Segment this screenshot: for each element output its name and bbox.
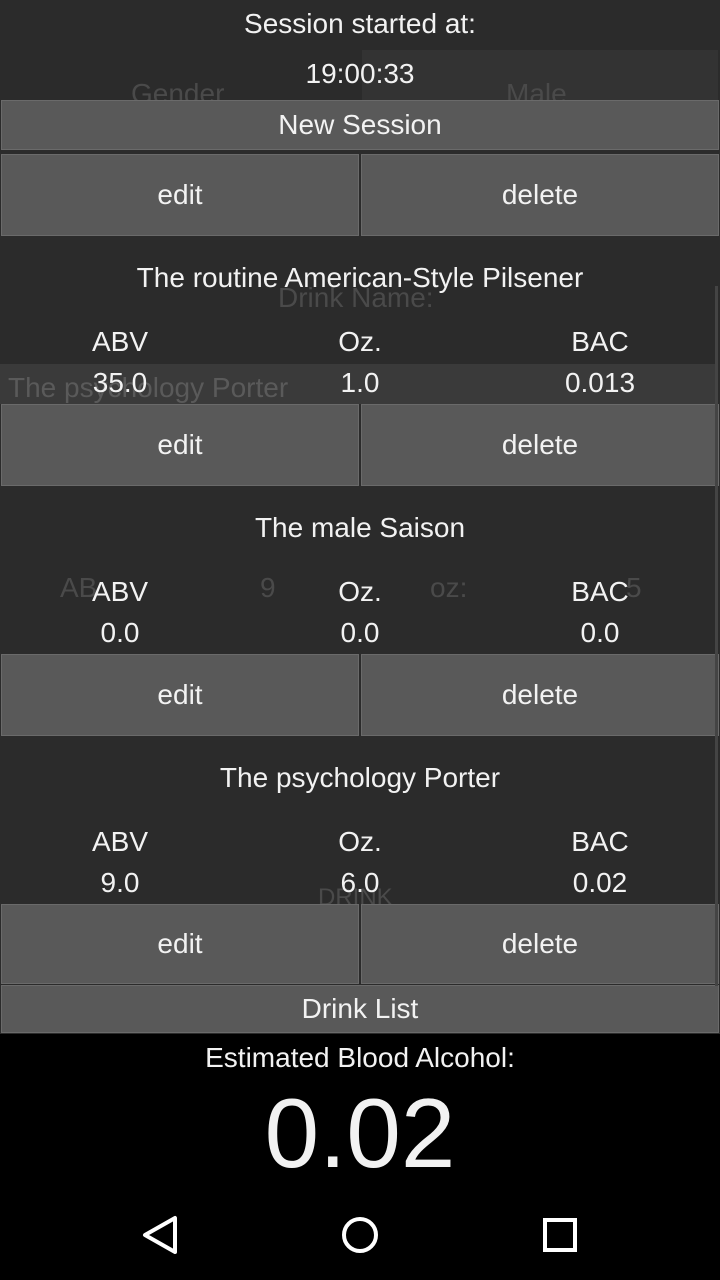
edit-button[interactable]: edit — [1, 154, 359, 236]
bac-value: 0.0 — [580, 617, 620, 648]
abv-value: 0.0 — [100, 617, 140, 648]
back-triangle-icon[interactable] — [135, 1210, 185, 1260]
delete-drink-button[interactable]: delete — [361, 654, 719, 736]
abv-value: 9.0 — [100, 867, 140, 898]
abv-label: ABV — [91, 576, 149, 607]
scrollbar[interactable] — [715, 286, 718, 986]
estimated-bac-label: Estimated Blood Alcohol: — [205, 1042, 515, 1073]
bac-estimate-panel: Estimated Blood Alcohol: 0.02 — [0, 1034, 720, 1200]
bac-value: 0.02 — [572, 867, 628, 898]
drink-name: The routine American-Style Pilsener — [136, 262, 584, 293]
edit-drink-button[interactable]: edit — [1, 404, 359, 486]
oz-label: Oz. — [338, 326, 382, 357]
abv-value: 35.0 — [92, 367, 148, 398]
delete-drink-button[interactable]: delete — [361, 404, 719, 486]
bac-label: BAC — [571, 826, 629, 857]
bac-label: BAC — [571, 326, 629, 357]
session-overlay: Gender Male Drink Name: The psychology P… — [0, 0, 720, 1034]
recents-square-icon[interactable] — [535, 1210, 585, 1260]
drink-entry: The routine American-Style Pilsener ABV … — [0, 236, 720, 486]
bac-label: BAC — [571, 576, 629, 607]
drink-entry: The male Saison ABV Oz. BAC 0.0 0.0 0.0 … — [0, 486, 720, 736]
estimated-bac-value: 0.02 — [264, 1078, 456, 1188]
drink-name: The male Saison — [254, 512, 466, 543]
oz-value: 6.0 — [340, 867, 380, 898]
delete-button[interactable]: delete — [361, 154, 719, 236]
delete-drink-button[interactable]: delete — [361, 904, 719, 984]
session-started-time: 19:00:33 — [305, 58, 415, 89]
edit-drink-button[interactable]: edit — [1, 654, 359, 736]
session-started-label: Session started at: — [244, 8, 476, 39]
oz-label: Oz. — [338, 826, 382, 857]
abv-label: ABV — [91, 326, 149, 357]
new-session-button[interactable]: New Session — [1, 100, 719, 150]
bac-value: 0.013 — [564, 367, 636, 398]
oz-value: 0.0 — [340, 617, 380, 648]
navigation-bar — [0, 1190, 720, 1280]
drink-entry: The psychology Porter ABV Oz. BAC 9.0 6.… — [0, 736, 720, 986]
drink-name: The psychology Porter — [219, 762, 501, 793]
edit-drink-button[interactable]: edit — [1, 904, 359, 984]
drink-list-button[interactable]: Drink List — [1, 985, 719, 1033]
abv-label: ABV — [91, 826, 149, 857]
oz-value: 1.0 — [340, 367, 380, 398]
app-root: Gender Male Drink Name: The psychology P… — [0, 0, 720, 1280]
oz-label: Oz. — [338, 576, 382, 607]
home-circle-icon[interactable] — [335, 1210, 385, 1260]
